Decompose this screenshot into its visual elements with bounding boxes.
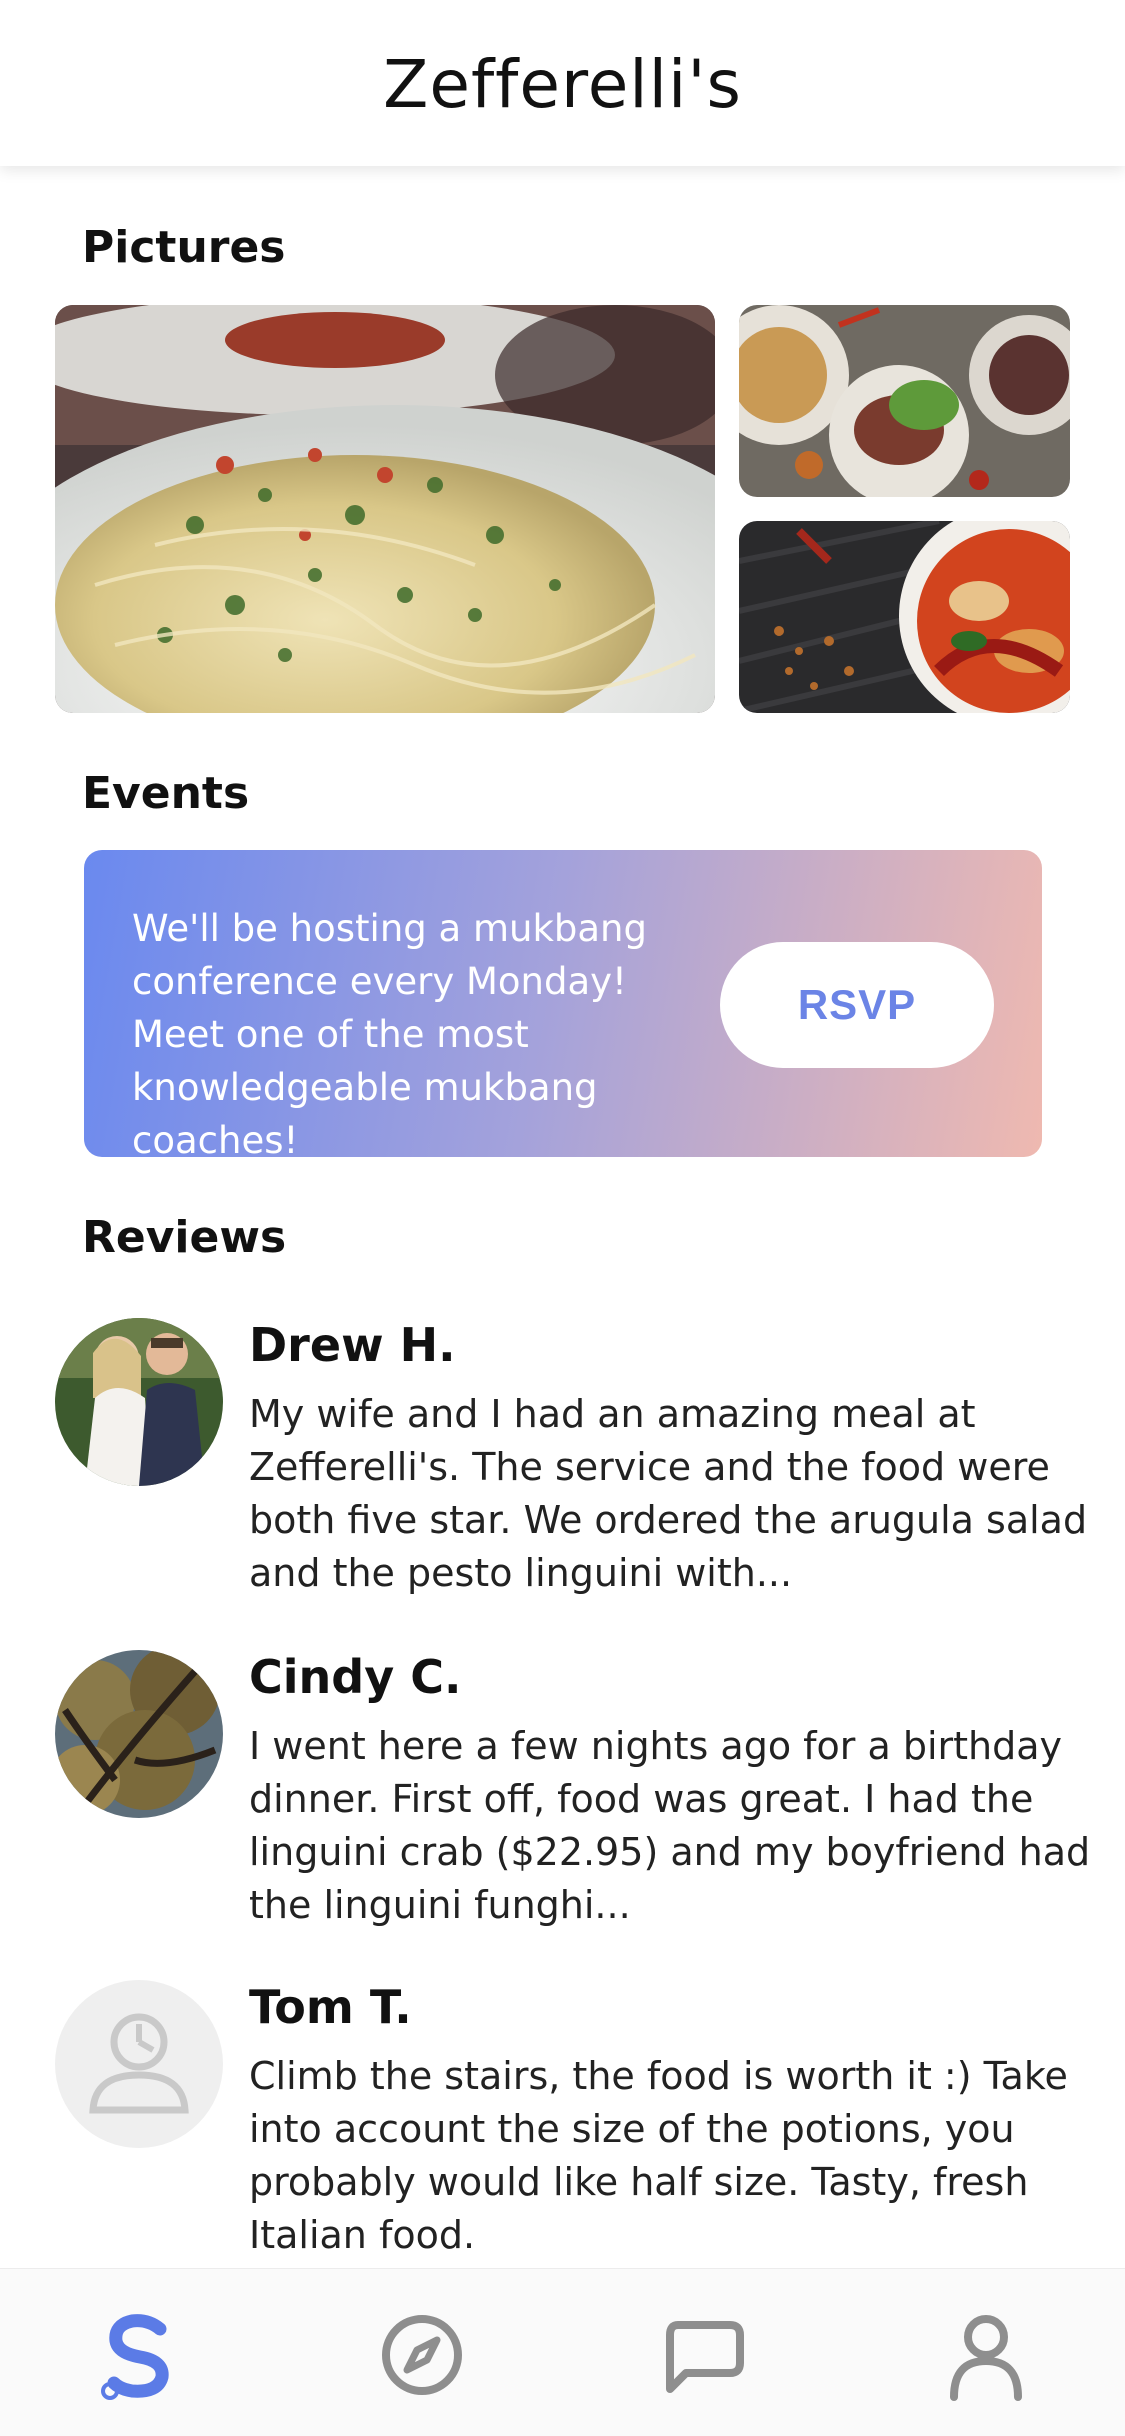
app-header: Zefferelli's <box>0 0 1125 166</box>
tab-home[interactable] <box>92 2307 188 2403</box>
tab-profile[interactable] <box>938 2307 1034 2403</box>
reviewer-name: Drew H. <box>249 1318 456 1372</box>
tab-explore[interactable] <box>374 2307 470 2403</box>
page-title: Zefferelli's <box>383 46 742 123</box>
brand-s-icon <box>101 2314 169 2400</box>
rsvp-button[interactable]: RSVP <box>720 942 994 1068</box>
review-text: My wife and I had an amazing meal at Zef… <box>249 1392 1088 1595</box>
reviewer-name: Cindy C. <box>249 1650 462 1704</box>
avatar <box>55 1318 223 1486</box>
photo-curry-bowl[interactable] <box>739 521 1070 713</box>
compass-icon <box>382 2315 462 2395</box>
review-text: Climb the stairs, the food is worth it :… <box>249 2054 1068 2257</box>
reviewer-name: Tom T. <box>249 1980 412 2034</box>
avatar-placeholder <box>55 1980 223 2148</box>
avatar <box>55 1650 223 1818</box>
bottom-tab-bar <box>0 2268 1125 2436</box>
tab-messages[interactable] <box>656 2307 752 2403</box>
photo-pasta-main[interactable] <box>55 305 715 713</box>
event-description: We'll be hosting a mukbang conference ev… <box>132 907 647 1157</box>
profile-icon <box>950 2315 1022 2401</box>
review-text: I went here a few nights ago for a birth… <box>249 1724 1091 1927</box>
reviews-heading: Reviews <box>82 1212 287 1263</box>
events-heading: Events <box>82 768 250 819</box>
event-card: We'll be hosting a mukbang conference ev… <box>84 850 1042 1157</box>
chat-bubble-icon <box>666 2321 744 2393</box>
photo-salad-plates[interactable] <box>739 305 1070 497</box>
pictures-heading: Pictures <box>82 222 286 273</box>
